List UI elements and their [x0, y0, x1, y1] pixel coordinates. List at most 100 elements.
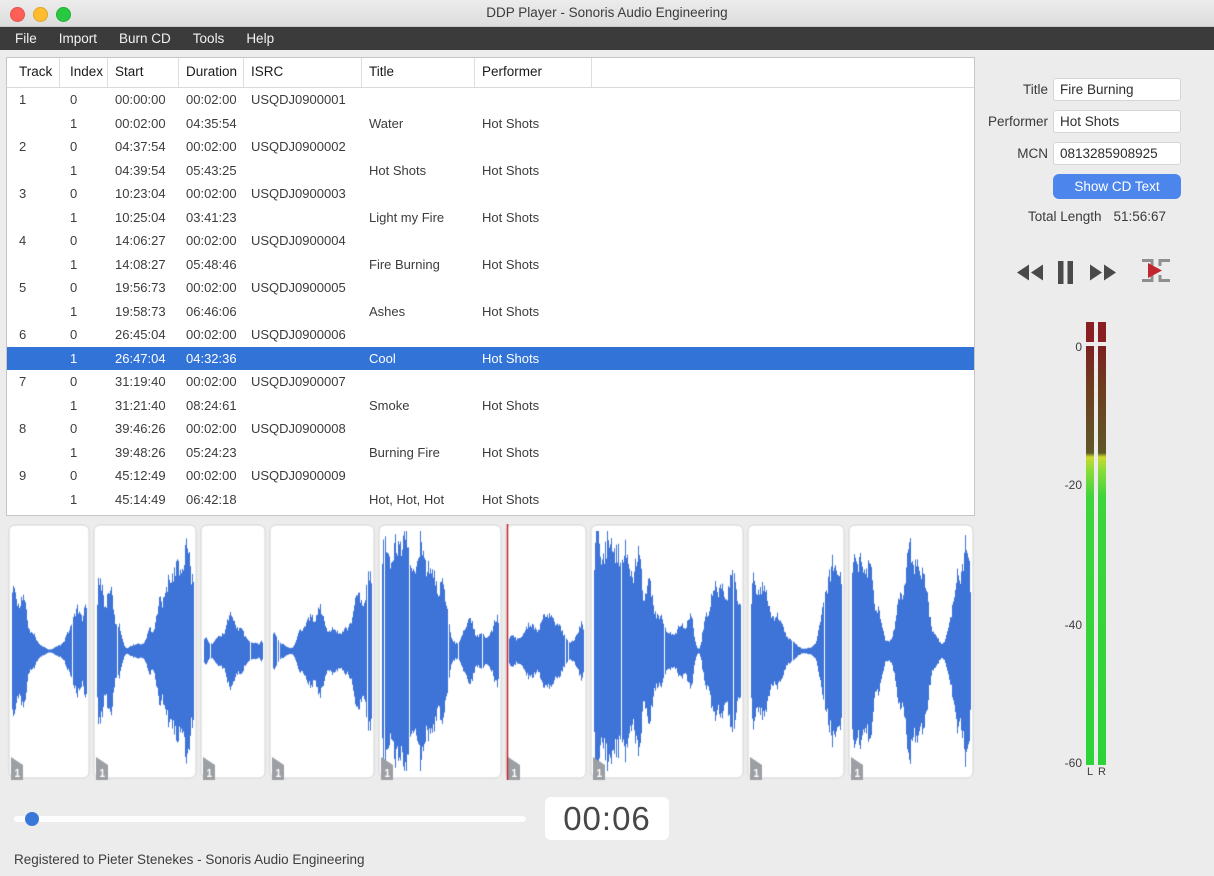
cell-track: 4: [19, 233, 27, 248]
title-label: Title: [1022, 82, 1048, 97]
menu-item-burn-cd[interactable]: Burn CD: [108, 27, 182, 50]
cell-spacer: [592, 112, 974, 136]
cell-start: 31:19:40: [115, 374, 166, 389]
waveform-display[interactable]: [6, 524, 975, 784]
cell-spacer: [592, 276, 974, 300]
cell-isrc: USQDJ0900006: [251, 327, 346, 342]
column-header-title: Title: [362, 58, 475, 87]
cell-performer: Hot Shots: [482, 162, 540, 178]
column-header-performer: Performer: [475, 58, 592, 87]
table-row[interactable]: 1 39:48:26 05:24:23 Burning Fire Hot Shots: [7, 440, 974, 465]
cell-track: [7, 441, 60, 465]
meter-tick: -60: [1064, 756, 1082, 770]
cell-title: Fire Burning: [369, 256, 440, 272]
table-body: 1 0 00:00:00 00:02:00 USQDJ0900001 1 00:02:00 0…: [7, 88, 974, 511]
cell-index: 0: [70, 92, 78, 107]
cell-spacer: [592, 88, 974, 112]
table-row[interactable]: 1 10:25:04 03:41:23 Light my Fire Hot Shots: [7, 205, 974, 230]
table-row[interactable]: 1 04:39:54 05:43:25 Hot Shots Hot Shots: [7, 158, 974, 183]
meter-channel-label: L: [1086, 766, 1094, 778]
title-field[interactable]: [1053, 78, 1181, 101]
cell-performer: [475, 88, 592, 112]
table-row[interactable]: 2 0 04:37:54 00:02:00 USQDJ0900002: [7, 135, 974, 159]
show-cd-text-button[interactable]: Show CD Text: [1053, 174, 1181, 199]
cell-start: 39:48:26: [115, 444, 166, 460]
level-meters: 0 -20 -40 -60 L R: [1060, 322, 1140, 784]
play-range-button[interactable]: [1139, 256, 1173, 285]
table-row[interactable]: 3 0 10:23:04 00:02:00 USQDJ0900003: [7, 182, 974, 206]
cell-isrc: [244, 112, 362, 136]
status-bar: Registered to Pieter Stenekes - Sonoris …: [0, 845, 1214, 876]
cell-isrc: [244, 488, 362, 512]
cell-duration: 00:02:00: [186, 92, 237, 107]
cell-index: 0: [70, 468, 78, 483]
performer-field[interactable]: [1053, 110, 1181, 133]
position-slider-thumb[interactable]: [25, 812, 39, 826]
cell-duration: 00:02:00: [186, 233, 237, 248]
total-length-value: 51:56:67: [1113, 209, 1167, 224]
mcn-field[interactable]: [1053, 142, 1181, 165]
cell-title: Hot, Hot, Hot: [369, 491, 445, 507]
cell-isrc: USQDJ0900004: [251, 233, 346, 248]
cell-spacer: [592, 441, 974, 465]
cell-title: [362, 276, 475, 300]
table-row[interactable]: 1 00:02:00 04:35:54 Water Hot Shots: [7, 111, 974, 136]
meter-tick: -40: [1064, 618, 1082, 632]
table-row[interactable]: 1 14:08:27 05:48:46 Fire Burning Hot Shots: [7, 252, 974, 277]
column-header-isrc: ISRC: [244, 58, 362, 87]
table-row[interactable]: 1 31:21:40 08:24:61 Smoke Hot Shots: [7, 393, 974, 418]
table-row[interactable]: 1 26:47:04 04:32:36 Cool Hot Shots: [7, 346, 974, 370]
table-row[interactable]: 1 19:58:73 06:46:06 Ashes Hot Shots: [7, 299, 974, 323]
table-row[interactable]: 5 0 19:56:73 00:02:00 USQDJ0900005: [7, 276, 974, 300]
pause-button[interactable]: [1058, 261, 1073, 284]
cell-index: 1: [70, 491, 78, 507]
cell-start: 10:23:04: [115, 186, 166, 201]
menu-item-tools[interactable]: Tools: [182, 27, 236, 50]
table-row[interactable]: 1 45:14:49 06:42:18 Hot, Hot, Hot Hot Shots: [7, 487, 974, 512]
cell-duration: 08:24:61: [186, 397, 237, 413]
cell-isrc: [244, 159, 362, 183]
menu-item-file[interactable]: File: [4, 27, 48, 50]
table-row[interactable]: 4 0 14:06:27 00:02:00 USQDJ0900004: [7, 229, 974, 253]
cell-isrc: [244, 394, 362, 418]
time-display: 00:06: [545, 797, 669, 840]
cell-start: 39:46:26: [115, 421, 166, 436]
cell-isrc: [244, 253, 362, 277]
cell-spacer: [592, 159, 974, 183]
cell-title: [362, 135, 475, 159]
meter-over-right: [1098, 322, 1106, 342]
rewind-button[interactable]: [1016, 264, 1044, 281]
cell-title: [362, 370, 475, 394]
column-header-spacer: [592, 58, 974, 87]
cell-index: 0: [70, 186, 78, 201]
cell-track: [7, 206, 60, 230]
cell-start: 10:25:04: [115, 209, 166, 225]
cell-start: 19:56:73: [115, 280, 166, 295]
fast-forward-button[interactable]: [1089, 264, 1117, 281]
table-row[interactable]: 9 0 45:12:49 00:02:00 USQDJ0900009: [7, 464, 974, 488]
menu-item-import[interactable]: Import: [48, 27, 108, 50]
menu-item-help[interactable]: Help: [235, 27, 285, 50]
meter-tick: -20: [1064, 478, 1082, 492]
cell-spacer: [592, 417, 974, 441]
cell-spacer: [592, 370, 974, 394]
cell-index: 1: [70, 303, 78, 319]
cell-isrc: USQDJ0900007: [251, 374, 346, 389]
cell-index: 1: [70, 209, 78, 225]
cell-performer: [475, 135, 592, 159]
pause-icon: [1058, 261, 1073, 284]
cell-spacer: [592, 229, 974, 253]
table-row[interactable]: 6 0 26:45:04 00:02:00 USQDJ0900006: [7, 323, 974, 347]
position-slider[interactable]: [14, 816, 526, 822]
table-header: Track Index Start Duration ISRC Title Performe…: [7, 58, 974, 88]
cell-isrc: USQDJ0900008: [251, 421, 346, 436]
cell-performer: [475, 229, 592, 253]
cell-performer: Hot Shots: [482, 350, 540, 366]
cell-spacer: [592, 488, 974, 512]
cell-title: Light my Fire: [369, 209, 445, 225]
cell-start: 26:47:04: [115, 350, 166, 366]
table-row[interactable]: 1 0 00:00:00 00:02:00 USQDJ0900001: [7, 88, 974, 112]
table-row[interactable]: 8 0 39:46:26 00:02:00 USQDJ0900008: [7, 417, 974, 441]
cell-track: 3: [19, 186, 27, 201]
table-row[interactable]: 7 0 31:19:40 00:02:00 USQDJ0900007: [7, 370, 974, 394]
